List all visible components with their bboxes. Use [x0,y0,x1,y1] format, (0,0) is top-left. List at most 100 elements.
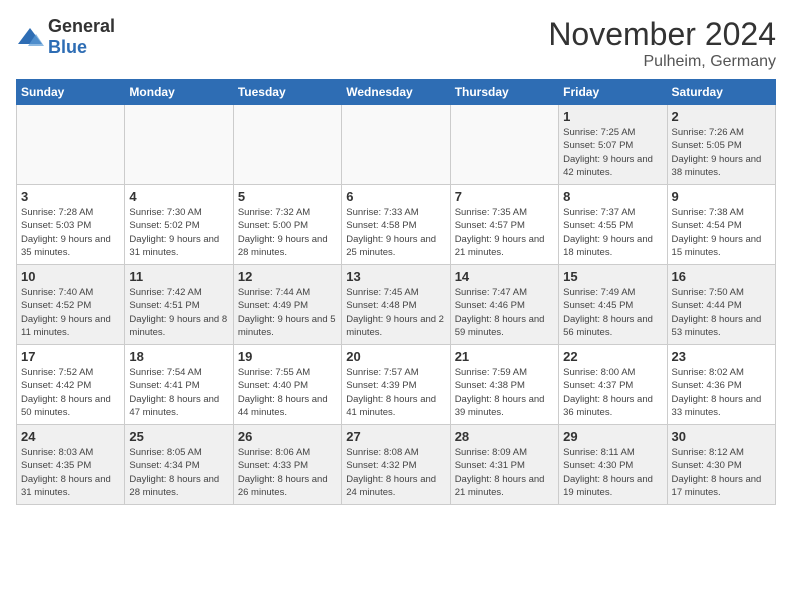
day-info: Sunrise: 8:02 AM Sunset: 4:36 PM Dayligh… [672,366,771,419]
day-number: 16 [672,269,771,284]
logo-blue: Blue [48,37,87,57]
day-number: 2 [672,109,771,124]
day-info: Sunrise: 7:33 AM Sunset: 4:58 PM Dayligh… [346,206,445,259]
day-number: 12 [238,269,337,284]
day-info: Sunrise: 7:49 AM Sunset: 4:45 PM Dayligh… [563,286,662,339]
logo-text: General Blue [48,16,115,58]
day-number: 9 [672,189,771,204]
day-info: Sunrise: 8:09 AM Sunset: 4:31 PM Dayligh… [455,446,554,499]
day-number: 7 [455,189,554,204]
day-info: Sunrise: 7:26 AM Sunset: 5:05 PM Dayligh… [672,126,771,179]
title-block: November 2024 Pulheim, Germany [548,16,776,71]
day-number: 24 [21,429,120,444]
month-title: November 2024 [548,16,776,53]
calendar-cell: 12Sunrise: 7:44 AM Sunset: 4:49 PM Dayli… [233,265,341,345]
day-number: 22 [563,349,662,364]
day-number: 15 [563,269,662,284]
day-number: 18 [129,349,228,364]
day-info: Sunrise: 7:37 AM Sunset: 4:55 PM Dayligh… [563,206,662,259]
calendar-cell: 15 Sunrise: 7:49 AM Sunset: 4:45 PM Dayli… [559,265,667,345]
logo: General Blue [16,16,115,58]
header-friday: Friday [559,80,667,105]
calendar-cell: 5 Sunrise: 7:32 AM Sunset: 5:00 PM Daylig… [233,185,341,265]
header-tuesday: Tuesday [233,80,341,105]
day-info: Sunrise: 7:35 AM Sunset: 4:57 PM Dayligh… [455,206,554,259]
calendar-cell [450,105,558,185]
calendar-cell: 29 Sunrise: 8:11 AM Sunset: 4:30 PM Dayli… [559,425,667,505]
calendar-table: SundayMondayTuesdayWednesdayThursdayFrid… [16,79,776,505]
calendar-cell: 19 Sunrise: 7:55 AM Sunset: 4:40 PM Dayli… [233,345,341,425]
day-info: Sunrise: 7:55 AM Sunset: 4:40 PM Dayligh… [238,366,337,419]
calendar-week-row: 1 Sunrise: 7:25 AM Sunset: 5:07 PM Daylig… [17,105,776,185]
day-info: Sunrise: 8:03 AM Sunset: 4:35 PM Dayligh… [21,446,120,499]
day-number: 11 [129,269,228,284]
day-number: 1 [563,109,662,124]
calendar-cell: 14 Sunrise: 7:47 AM Sunset: 4:46 PM Dayli… [450,265,558,345]
calendar-cell: 6 Sunrise: 7:33 AM Sunset: 4:58 PM Daylig… [342,185,450,265]
header-monday: Monday [125,80,233,105]
day-info: Sunrise: 7:25 AM Sunset: 5:07 PM Dayligh… [563,126,662,179]
day-info: Sunrise: 7:42 AM Sunset: 4:51 PM Dayligh… [129,286,228,339]
calendar-cell: 2 Sunrise: 7:26 AM Sunset: 5:05 PM Daylig… [667,105,775,185]
day-number: 8 [563,189,662,204]
calendar-cell: 20 Sunrise: 7:57 AM Sunset: 4:39 PM Dayli… [342,345,450,425]
calendar-cell: 11 Sunrise: 7:42 AM Sunset: 4:51 PM Dayli… [125,265,233,345]
calendar-cell: 1 Sunrise: 7:25 AM Sunset: 5:07 PM Daylig… [559,105,667,185]
day-number: 6 [346,189,445,204]
day-info: Sunrise: 7:30 AM Sunset: 5:02 PM Dayligh… [129,206,228,259]
calendar-cell: 17Sunrise: 7:52 AM Sunset: 4:42 PM Dayli… [17,345,125,425]
day-number: 4 [129,189,228,204]
calendar-cell: 3Sunrise: 7:28 AM Sunset: 5:03 PM Daylig… [17,185,125,265]
day-number: 19 [238,349,337,364]
day-info: Sunrise: 7:47 AM Sunset: 4:46 PM Dayligh… [455,286,554,339]
day-number: 5 [238,189,337,204]
day-number: 29 [563,429,662,444]
calendar-cell: 13Sunrise: 7:45 AM Sunset: 4:48 PM Dayli… [342,265,450,345]
calendar-cell: 4 Sunrise: 7:30 AM Sunset: 5:02 PM Daylig… [125,185,233,265]
day-info: Sunrise: 7:59 AM Sunset: 4:38 PM Dayligh… [455,366,554,419]
day-number: 26 [238,429,337,444]
day-info: Sunrise: 7:28 AM Sunset: 5:03 PM Dayligh… [21,206,120,259]
day-info: Sunrise: 7:32 AM Sunset: 5:00 PM Dayligh… [238,206,337,259]
calendar-cell [17,105,125,185]
page-header: General Blue November 2024 Pulheim, Germ… [16,16,776,71]
day-info: Sunrise: 7:52 AM Sunset: 4:42 PM Dayligh… [21,366,120,419]
day-number: 27 [346,429,445,444]
day-info: Sunrise: 7:40 AM Sunset: 4:52 PM Dayligh… [21,286,120,339]
calendar-cell: 26 Sunrise: 8:06 AM Sunset: 4:33 PM Dayli… [233,425,341,505]
location: Pulheim, Germany [548,53,776,71]
day-number: 28 [455,429,554,444]
day-info: Sunrise: 7:57 AM Sunset: 4:39 PM Dayligh… [346,366,445,419]
calendar-cell [125,105,233,185]
day-number: 10 [21,269,120,284]
day-info: Sunrise: 8:11 AM Sunset: 4:30 PM Dayligh… [563,446,662,499]
calendar-cell: 7 Sunrise: 7:35 AM Sunset: 4:57 PM Daylig… [450,185,558,265]
calendar-cell: 22 Sunrise: 8:00 AM Sunset: 4:37 PM Dayli… [559,345,667,425]
day-info: Sunrise: 8:08 AM Sunset: 4:32 PM Dayligh… [346,446,445,499]
logo-icon [16,26,44,48]
day-number: 23 [672,349,771,364]
calendar-cell: 8 Sunrise: 7:37 AM Sunset: 4:55 PM Daylig… [559,185,667,265]
day-info: Sunrise: 8:12 AM Sunset: 4:30 PM Dayligh… [672,446,771,499]
day-number: 20 [346,349,445,364]
header-thursday: Thursday [450,80,558,105]
day-number: 14 [455,269,554,284]
day-number: 21 [455,349,554,364]
day-info: Sunrise: 8:06 AM Sunset: 4:33 PM Dayligh… [238,446,337,499]
calendar-cell: 21 Sunrise: 7:59 AM Sunset: 4:38 PM Dayli… [450,345,558,425]
calendar-cell: 30 Sunrise: 8:12 AM Sunset: 4:30 PM Dayli… [667,425,775,505]
header-wednesday: Wednesday [342,80,450,105]
calendar-cell: 23 Sunrise: 8:02 AM Sunset: 4:36 PM Dayli… [667,345,775,425]
calendar-cell: 27 Sunrise: 8:08 AM Sunset: 4:32 PM Dayli… [342,425,450,505]
calendar-header-row: SundayMondayTuesdayWednesdayThursdayFrid… [17,80,776,105]
day-number: 30 [672,429,771,444]
day-number: 25 [129,429,228,444]
calendar-cell: 24 Sunrise: 8:03 AM Sunset: 4:35 PM Dayli… [17,425,125,505]
calendar-cell: 9 Sunrise: 7:38 AM Sunset: 4:54 PM Daylig… [667,185,775,265]
day-info: Sunrise: 7:50 AM Sunset: 4:44 PM Dayligh… [672,286,771,339]
day-info: Sunrise: 8:05 AM Sunset: 4:34 PM Dayligh… [129,446,228,499]
day-info: Sunrise: 7:54 AM Sunset: 4:41 PM Dayligh… [129,366,228,419]
day-info: Sunrise: 7:38 AM Sunset: 4:54 PM Dayligh… [672,206,771,259]
day-info: Sunrise: 8:00 AM Sunset: 4:37 PM Dayligh… [563,366,662,419]
calendar-cell: 10 Sunrise: 7:40 AM Sunset: 4:52 PM Dayli… [17,265,125,345]
